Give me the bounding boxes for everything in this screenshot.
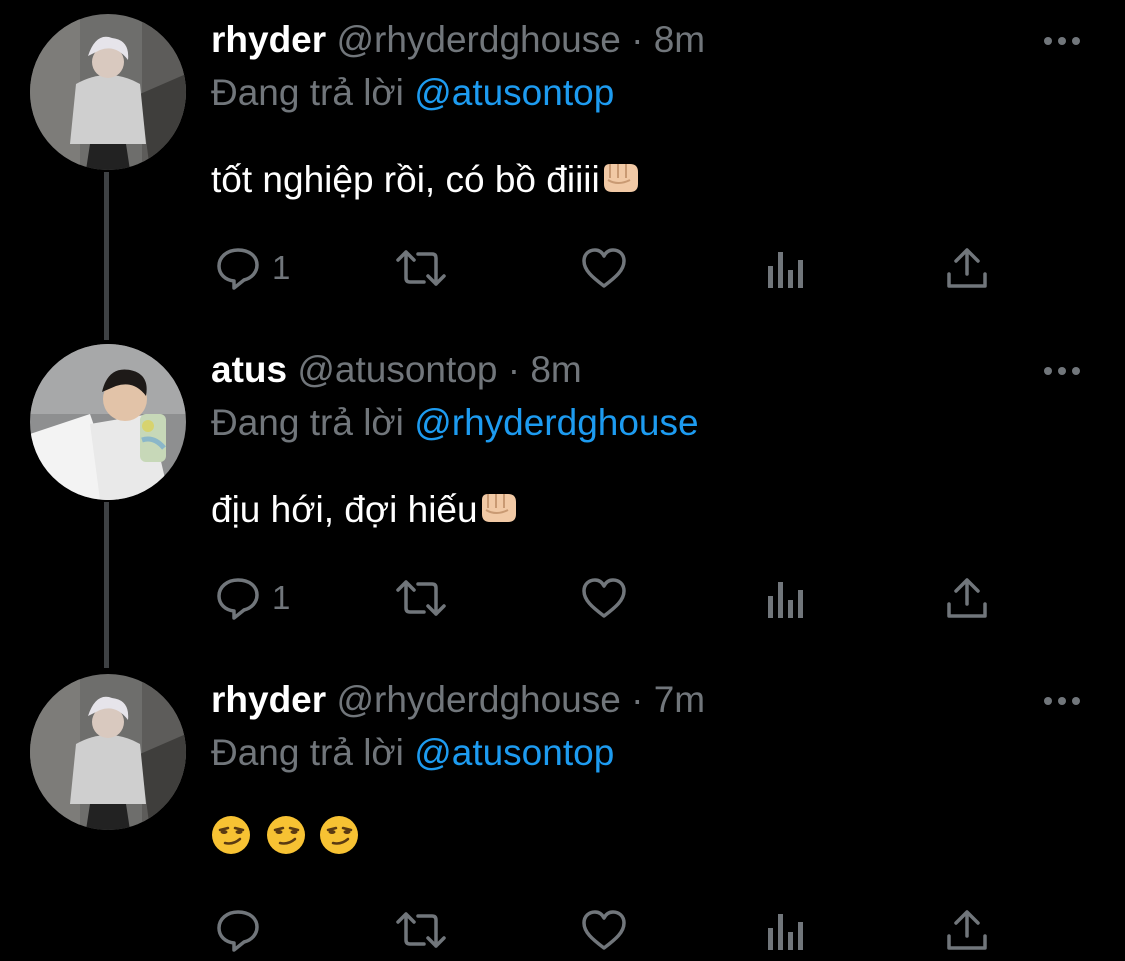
avatar-image — [30, 14, 186, 170]
bar-chart-icon — [768, 252, 803, 288]
tweet[interactable]: atus @atusontop · 8m Đang trả lời @rhyde… — [0, 330, 1125, 660]
tweet-text-content: địu hới, đợi hiếu — [211, 489, 478, 530]
heart-icon — [582, 578, 626, 618]
tweet-header: rhyder @rhyderdghouse · 7m — [211, 678, 705, 722]
speech-bubble-icon — [217, 248, 259, 290]
reply-button[interactable]: 1 — [214, 573, 290, 623]
reply-mention-link[interactable]: @atusontop — [414, 732, 614, 773]
tweet-actions: 1 — [0, 573, 1125, 623]
timestamp[interactable]: 7m — [654, 679, 705, 720]
tweet-thread: rhyder @rhyderdghouse · 8m Đang trả lời … — [0, 0, 1125, 961]
author-name[interactable]: rhyder — [211, 19, 326, 60]
bar-chart-icon — [768, 914, 803, 950]
tweet-text — [211, 812, 361, 858]
share-button[interactable] — [944, 573, 990, 623]
share-upload-icon — [947, 578, 987, 618]
tweet[interactable]: rhyder @rhyderdghouse · 7m Đang trả lời … — [0, 660, 1125, 961]
tweet-text-content: tốt nghiệp rồi, có bồ điiii — [211, 159, 600, 200]
more-options-button[interactable] — [1042, 33, 1082, 49]
like-button[interactable] — [580, 905, 628, 955]
tweet-text: địu hới, đợi hiếu — [211, 486, 520, 534]
heart-icon — [582, 910, 626, 950]
like-button[interactable] — [580, 573, 628, 623]
bar-chart-icon — [768, 582, 803, 618]
heart-icon — [582, 248, 626, 288]
retweet-button[interactable] — [394, 243, 448, 293]
views-button[interactable] — [765, 905, 807, 955]
views-button[interactable] — [765, 243, 807, 293]
author-name[interactable]: atus — [211, 349, 287, 390]
reply-label: Đang trả lời — [211, 732, 404, 773]
tweet[interactable]: rhyder @rhyderdghouse · 8m Đang trả lời … — [0, 0, 1125, 330]
like-button[interactable] — [580, 243, 628, 293]
ellipsis-icon — [1044, 37, 1080, 45]
tweet-actions: 1 — [0, 243, 1125, 293]
reply-context: Đang trả lời @atusontop — [211, 731, 614, 775]
author-handle[interactable]: @atusontop — [297, 349, 497, 390]
avatar[interactable] — [30, 14, 186, 170]
speech-bubble-icon — [217, 578, 259, 620]
reply-mention-link[interactable]: @rhyderdghouse — [414, 402, 698, 443]
smirking-face-emoji — [212, 816, 250, 854]
retweet-button[interactable] — [394, 905, 448, 955]
speech-bubble-icon — [217, 910, 259, 952]
avatar-image — [30, 674, 186, 830]
separator-dot: · — [631, 679, 644, 720]
oncoming-fist-emoji — [603, 164, 638, 192]
timestamp[interactable]: 8m — [530, 349, 581, 390]
retweet-button[interactable] — [394, 573, 448, 623]
timestamp[interactable]: 8m — [654, 19, 705, 60]
reply-context: Đang trả lời @atusontop — [211, 71, 614, 115]
retweet-icon — [396, 250, 446, 286]
avatar[interactable] — [30, 674, 186, 830]
reply-button[interactable] — [214, 905, 272, 955]
tweet-header: rhyder @rhyderdghouse · 8m — [211, 18, 705, 62]
reply-label: Đang trả lời — [211, 402, 404, 443]
share-upload-icon — [947, 910, 987, 950]
smirking-face-emoji — [320, 816, 358, 854]
reply-count: 1 — [272, 249, 291, 286]
more-options-button[interactable] — [1042, 363, 1082, 379]
share-upload-icon — [947, 248, 987, 288]
reply-mention-link[interactable]: @atusontop — [414, 72, 614, 113]
more-options-button[interactable] — [1042, 693, 1082, 709]
tweet-actions — [0, 905, 1125, 955]
separator-dot: · — [507, 349, 521, 390]
retweet-icon — [396, 912, 446, 948]
ellipsis-icon — [1044, 367, 1080, 375]
retweet-icon — [396, 580, 446, 616]
ellipsis-icon — [1044, 697, 1080, 705]
author-handle[interactable]: @rhyderdghouse — [336, 19, 620, 60]
avatar[interactable] — [30, 344, 186, 500]
oncoming-fist-emoji — [481, 494, 516, 522]
reply-context: Đang trả lời @rhyderdghouse — [211, 401, 699, 445]
tweet-header: atus @atusontop · 8m — [211, 348, 582, 392]
tweet-text: tốt nghiệp rồi, có bồ điiii — [211, 156, 642, 204]
views-button[interactable] — [765, 573, 807, 623]
separator-dot: · — [631, 19, 644, 60]
reply-count: 1 — [272, 579, 291, 616]
share-button[interactable] — [944, 905, 990, 955]
share-button[interactable] — [944, 243, 990, 293]
reply-button[interactable]: 1 — [214, 243, 290, 293]
author-handle[interactable]: @rhyderdghouse — [336, 679, 620, 720]
reply-label: Đang trả lời — [211, 72, 404, 113]
smirking-face-emoji-row — [212, 816, 358, 854]
avatar-image — [30, 344, 186, 500]
smirking-face-emoji — [267, 816, 305, 854]
author-name[interactable]: rhyder — [211, 679, 326, 720]
